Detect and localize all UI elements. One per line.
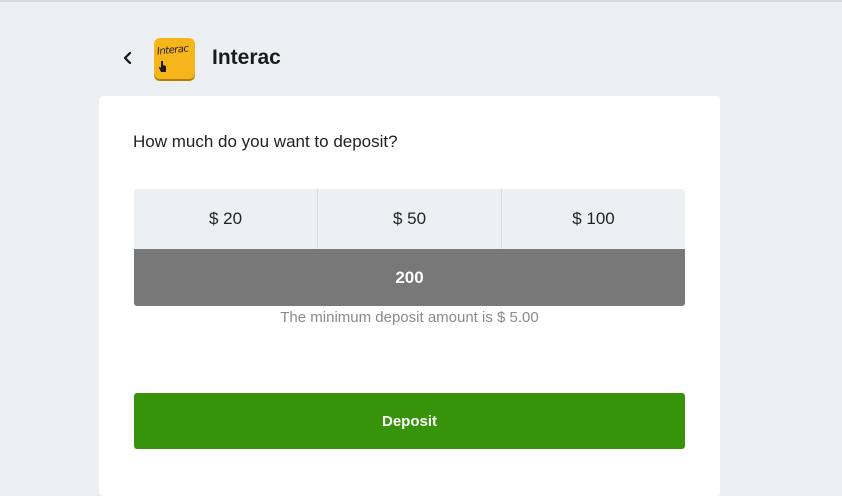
preset-amount-50[interactable]: $ 50 [318,189,502,249]
preset-amount-20[interactable]: $ 20 [134,189,318,249]
preset-amount-100[interactable]: $ 100 [502,189,685,249]
amount-input[interactable]: 200 [134,249,685,306]
hand-icon [159,60,166,72]
page-header: Interac Interac [118,36,281,80]
deposit-card: How much do you want to deposit? $ 20 $ … [99,96,720,496]
page-title: Interac [212,46,281,69]
logo-text: Interac [156,42,190,58]
back-button[interactable] [118,43,138,73]
amount-selector: $ 20 $ 50 $ 100 200 [134,189,685,306]
chevron-left-icon [123,51,132,65]
minimum-deposit-note: The minimum deposit amount is $ 5.00 [280,309,539,326]
deposit-button[interactable]: Deposit [134,393,685,449]
preset-amounts: $ 20 $ 50 $ 100 [134,189,685,249]
interac-logo-icon: Interac [154,37,195,79]
deposit-question: How much do you want to deposit? [133,132,398,151]
